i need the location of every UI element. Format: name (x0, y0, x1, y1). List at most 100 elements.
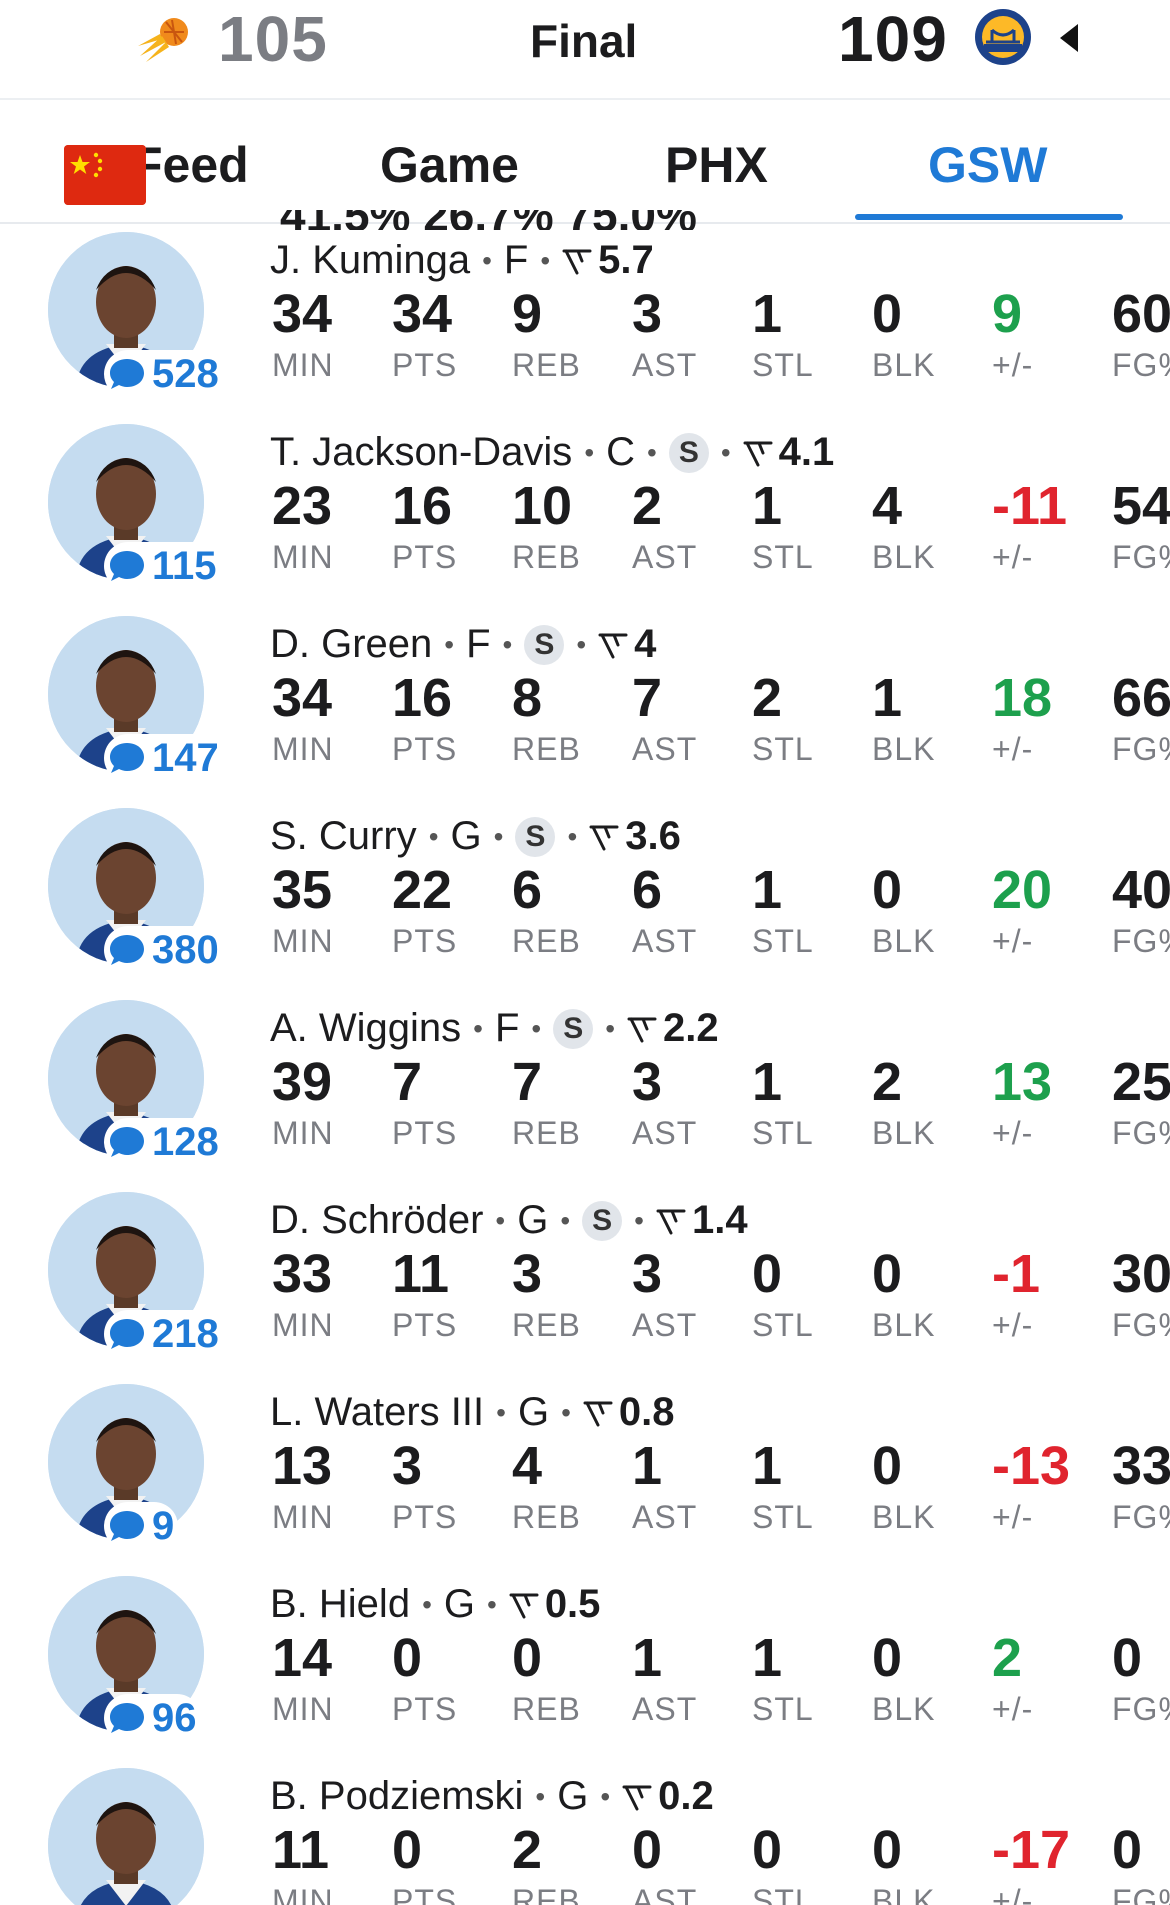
player-rating-value: 3.6 (625, 814, 681, 858)
stat-label: PTS (392, 1499, 458, 1535)
stat-value: 66 (1112, 668, 1170, 728)
stat-reb: 7 REB (512, 1052, 581, 1152)
stat-label: PTS (392, 347, 458, 383)
player-name: L. Waters III (270, 1390, 485, 1434)
player-avatar[interactable] (48, 1768, 204, 1905)
separator-dot: • (561, 1396, 571, 1428)
stat-plus-minus: -17 +/- (992, 1820, 1070, 1905)
stat-plus-minus: 2 +/- (992, 1628, 1033, 1728)
player-row[interactable]: 115 T. Jackson-Davis • C • S • 4.1 23 MIN 16 PTS 10 R… (0, 386, 1170, 590)
stat-plus-minus: 13 +/- (992, 1052, 1052, 1152)
stat-blk: 2 BLK (872, 1052, 935, 1152)
player-rating: 4.1 (743, 430, 834, 475)
player-row[interactable]: 128 A. Wiggins • F • S • 2.2 39 MIN 7 PTS 7 REB 3 AST 1 S… (0, 962, 1170, 1166)
stat-value: 1 (632, 1436, 663, 1496)
stat-value: 16 (392, 476, 453, 536)
stat-stl: 1 STL (752, 1052, 814, 1152)
stat-min: 23 MIN (272, 476, 334, 576)
player-rating-value: 5.7 (598, 238, 654, 282)
stat-value: 1 (872, 668, 903, 728)
stat-label: MIN (272, 1307, 334, 1343)
stat-value: 22 (392, 860, 453, 920)
stat-ast: 1 AST (632, 1628, 697, 1728)
tab-phx[interactable]: PHX (665, 136, 768, 194)
stat-label: BLK (872, 1307, 936, 1343)
stat-label: +/- (992, 1499, 1034, 1535)
stat-value: 0 (392, 1628, 423, 1688)
stat-pts: 34 PTS (392, 284, 457, 384)
separator-dot: • (531, 1012, 542, 1044)
stat-value: 1 (752, 1052, 783, 1112)
stat-label: STL (752, 923, 814, 959)
stat-label: REB (512, 1115, 581, 1151)
separator-dot: • (473, 1012, 483, 1044)
stat-fg-pct: 0FG% (1112, 1820, 1170, 1905)
stat-label: +/- (992, 923, 1034, 959)
player-info-line: B. Podziemski • G • 0.2 (270, 1774, 714, 1819)
stat-value: 34 (392, 284, 453, 344)
stat-value: 11 (272, 1820, 330, 1880)
player-row[interactable]: 528 J. Kuminga • F • 5.7 34 MIN 34 PTS 9 REB 3 AST 1 ST… (0, 224, 1170, 398)
stat-value: 0 (1112, 1628, 1143, 1688)
stat-value: 23 (272, 476, 333, 536)
player-position: G (517, 1198, 549, 1242)
stat-ast: 1 AST (632, 1436, 697, 1536)
player-info-line: S. Curry • G • S • 3.6 (270, 814, 681, 859)
scoreboard-header: 105 Final 109 (0, 0, 1170, 100)
player-row[interactable]: 218 D. Schröder • G • S • 1.4 33 MIN 11 PTS 3 REB 3 AST… (0, 1154, 1170, 1358)
player-row[interactable]: 96 B. Hield • G • 0.5 14 MIN 0 PTS 0 REB 1 AST 1 STL 0 BL… (0, 1538, 1170, 1742)
separator-dot: • (540, 244, 551, 276)
stat-value: -1 (992, 1244, 1041, 1304)
stat-plus-minus: -11 +/- (992, 476, 1067, 576)
tab-game[interactable]: Game (380, 136, 519, 194)
stat-reb: 0 REB (512, 1628, 581, 1728)
stat-value: 13 (992, 1052, 1053, 1112)
stat-value: -13 (992, 1436, 1071, 1496)
tab-gsw[interactable]: GSW (928, 136, 1047, 194)
stat-value: 34 (272, 284, 333, 344)
stat-blk: 1 BLK (872, 668, 935, 768)
stat-reb: 4 REB (512, 1436, 581, 1536)
stat-value: 1 (632, 1628, 663, 1688)
stat-label: +/- (992, 347, 1034, 383)
tab-feed[interactable]: Feed (132, 136, 249, 194)
separator-dot: • (482, 244, 492, 276)
player-position: G (517, 1390, 550, 1434)
stat-value: 3 (632, 1244, 663, 1304)
stat-value: 3 (392, 1436, 423, 1496)
stat-value: 1 (752, 1628, 783, 1688)
stat-min: 39 MIN (272, 1052, 334, 1152)
stat-reb: 6 REB (512, 860, 581, 960)
player-row[interactable]: B. Podziemski • G • 0.2 11 MIN 0 PTS 2 REB 0 AST 0 STL… (0, 1730, 1170, 1905)
stat-label: REB (512, 347, 581, 383)
player-position: G (443, 1582, 475, 1626)
stat-fg-pct: 66FG% (1112, 668, 1170, 768)
starter-badge: S (515, 816, 556, 857)
stat-label: REB (512, 923, 581, 959)
china-flag-icon[interactable] (64, 145, 146, 205)
stat-value: 0 (872, 860, 903, 920)
stat-pts: 16 PTS (392, 668, 457, 768)
stat-fg-pct: 0FG% (1112, 1628, 1170, 1728)
player-info-line: A. Wiggins • F • S • 2.2 (270, 1006, 719, 1051)
starter-badge: S (553, 1008, 594, 1049)
player-stats-list: 528 J. Kuminga • F • 5.7 34 MIN 34 PTS 9 REB 3 AST 1 ST… (0, 224, 1170, 1905)
player-row[interactable]: 380 S. Curry • G • S • 3.6 35 MIN 22 PTS 6 REB 6 AST 1 ST… (0, 770, 1170, 974)
stat-label: PTS (392, 1691, 458, 1727)
player-row[interactable]: 1 47 D. Green • F • S • 4 34 MIN 16 PTS 8 REB 7 AST 2 STL 1… (0, 578, 1170, 782)
stat-label: PTS (392, 1883, 458, 1905)
stat-value: 0 (392, 1820, 423, 1880)
player-row[interactable]: 9 L. Waters III • G • 0.8 13 MIN 3 PTS 4 REB 1 AST 1 ST… (0, 1346, 1170, 1550)
stat-fg-pct: 40FG% (1112, 860, 1170, 960)
stat-stl: 0 STL (752, 1244, 814, 1344)
stat-label: AST (632, 1115, 698, 1151)
player-position: G (450, 814, 482, 858)
player-position: C (606, 430, 636, 474)
collapse-arrow-icon[interactable] (1056, 22, 1082, 54)
stat-label: AST (632, 923, 698, 959)
stat-label: FG% (1112, 1691, 1170, 1727)
stat-value: 7 (512, 1052, 543, 1112)
stat-pts: 22 PTS (392, 860, 457, 960)
player-info-line: D. Green • F • S • 4 (270, 622, 656, 667)
player-rating: 0.8 (583, 1390, 674, 1435)
